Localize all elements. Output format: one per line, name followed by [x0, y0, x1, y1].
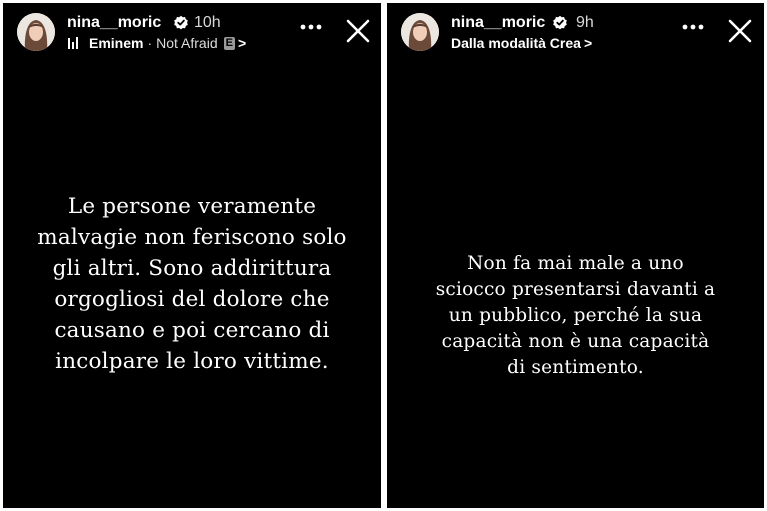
- quote-line: causano e poi cercano di: [54, 318, 330, 343]
- story-quote-text: Non fa mai male a uno sciocco presentars…: [407, 251, 744, 381]
- music-attribution[interactable]: Eminem · Not Afraid E >: [67, 34, 246, 52]
- story-time: 9h: [576, 14, 594, 31]
- more-options-icon[interactable]: [300, 23, 322, 31]
- quote-line: malvagie non feriscono solo: [37, 225, 347, 250]
- story-panel-right[interactable]: nina__moric 9h Dalla modalità Crea > Non…: [387, 3, 764, 508]
- story-time: 10h: [194, 14, 221, 31]
- quote-line: un pubblico, perché la sua: [448, 305, 703, 326]
- story-quote-text: Le persone veramente malvagie non ferisc…: [18, 191, 366, 377]
- quote-line: orgogliosi del dolore che: [54, 287, 330, 312]
- more-options-icon[interactable]: [682, 23, 704, 31]
- quote-line: capacità non è una capacità: [441, 331, 710, 352]
- subtitle: Dalla modalità Crea: [451, 35, 581, 51]
- verified-badge-icon: [553, 15, 567, 30]
- verified-badge-icon: [174, 15, 188, 30]
- close-icon[interactable]: [727, 18, 753, 44]
- avatar[interactable]: [401, 13, 439, 51]
- explicit-badge: E: [223, 36, 235, 50]
- quote-line: sciocco presentarsi davanti a: [435, 279, 716, 300]
- username[interactable]: nina__moric: [67, 13, 161, 33]
- separator: ·: [147, 35, 153, 51]
- quote-line: incolpare le loro vittime.: [55, 349, 329, 374]
- quote-line: Non fa mai male a uno: [467, 253, 684, 274]
- quote-line: di sentimento.: [507, 357, 644, 378]
- quote-line: Le persone veramente: [67, 194, 317, 219]
- avatar[interactable]: [17, 13, 55, 51]
- chevron-right-icon: >: [583, 35, 593, 51]
- username[interactable]: nina__moric: [451, 13, 545, 33]
- close-icon[interactable]: [345, 18, 371, 44]
- music-artist: Eminem: [89, 35, 144, 51]
- quote-line: gli altri. Sono addirittura: [52, 256, 332, 281]
- story-panel-left[interactable]: nina__moric 10h Eminem · Not Afraid E > …: [3, 3, 381, 508]
- music-bars-icon: [68, 37, 78, 49]
- music-song: Not Afraid: [156, 35, 218, 51]
- chevron-right-icon: >: [237, 35, 247, 51]
- create-mode-link[interactable]: Dalla modalità Crea >: [451, 34, 592, 52]
